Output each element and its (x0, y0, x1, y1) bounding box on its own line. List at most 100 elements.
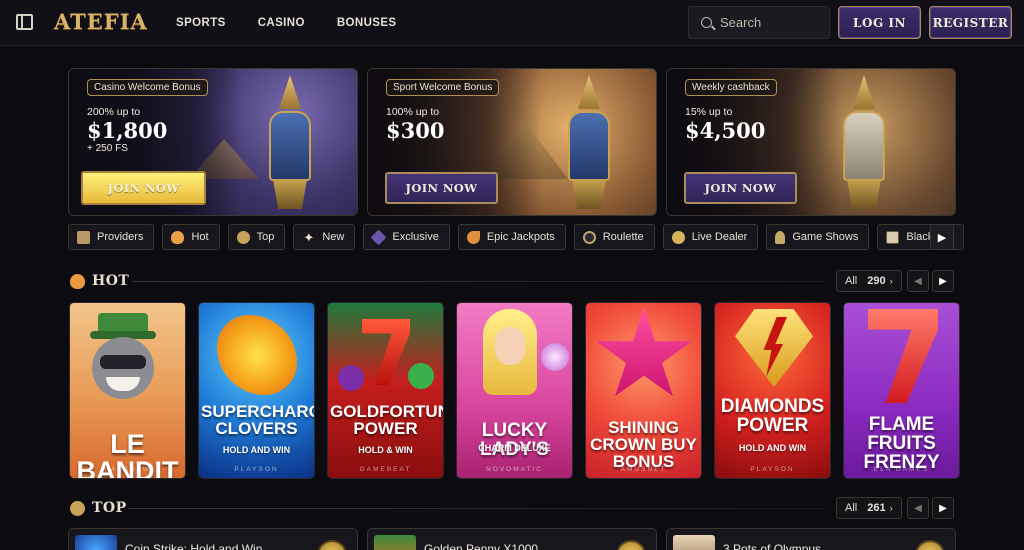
category-providers[interactable]: Providers (68, 224, 155, 250)
top-game-name: Golden Penny X1000 (424, 542, 539, 550)
chevron-right-icon: › (889, 276, 893, 286)
hot-prev-icon[interactable]: ◀ (907, 270, 929, 292)
join-now-button[interactable]: JOIN NOW (684, 172, 797, 204)
game-card-supercharged-clovers[interactable]: SUPERCHARGED CLOVERS HOLD AND WIN PLAYSO… (198, 302, 315, 479)
hot-count: 290 (867, 275, 886, 287)
register-button[interactable]: REGISTER (929, 6, 1012, 39)
top-all-button[interactable]: All 261 › (836, 497, 902, 519)
top-game-item[interactable]: Golden Penny X1000 (367, 528, 657, 550)
section-title-top: TOP (70, 500, 127, 516)
category-exclusive[interactable]: Exclusive (363, 224, 450, 250)
promo-tag: Weekly cashback (685, 79, 777, 96)
promo-weekly-cashback[interactable]: Weekly cashback 15% up to $4,500 JOIN NO… (666, 68, 956, 216)
game-card-le-bandit[interactable]: LE BANDIT HACKSAW (69, 302, 186, 479)
promo-casino-welcome[interactable]: Casino Welcome Bonus 200% up to $1,800 +… (68, 68, 358, 216)
laurel-icon (236, 230, 250, 244)
game-provider: GAMEBEAT (359, 466, 412, 473)
hot-games-row: LE BANDIT HACKSAW SUPERCHARGED CLOVERS H… (69, 302, 960, 479)
coin-icon (616, 540, 646, 550)
category-label: Exclusive (392, 231, 439, 243)
category-label: Roulette (602, 231, 644, 243)
promo-sport-welcome[interactable]: Sport Welcome Bonus 100% up to $300 JOIN… (367, 68, 657, 216)
game-title: SUPERCHARGED CLOVERS (201, 402, 314, 438)
jackpot-icon (466, 230, 480, 244)
pharaoh-figure-image (550, 75, 630, 211)
nav-casino[interactable]: CASINO (258, 17, 305, 29)
game-title: LUCKY LADY'S (480, 420, 549, 460)
game-title: SHINING CROWN BUY BONUS (590, 418, 697, 471)
section-title-hot: HOT (70, 273, 129, 289)
promo-extra: + 250 FS (87, 143, 128, 154)
cards-icon (886, 230, 900, 244)
category-epic-jackpots[interactable]: Epic Jackpots (457, 224, 566, 250)
pharaoh-figure-image (251, 75, 331, 211)
promo-subtitle: 100% up to (386, 106, 440, 118)
search-input[interactable] (720, 15, 820, 30)
category-top[interactable]: Top (227, 224, 286, 250)
sparkle-icon: ✦ (303, 229, 315, 245)
top-game-name: 3 Pots of Olympus (723, 542, 822, 550)
site-logo[interactable]: ATEFIA (54, 9, 148, 34)
game-card-goldfortune-power[interactable]: GOLDFORTUNE POWER HOLD & WIN GAMEBEAT (327, 302, 444, 479)
search-box[interactable] (688, 6, 830, 39)
category-hot[interactable]: Hot (162, 224, 220, 250)
game-subtitle: CHARM DELUXE (478, 443, 551, 453)
main-nav: SPORTS CASINO BONUSES (176, 0, 429, 46)
laurel-icon (70, 500, 85, 516)
category-bar: Providers Hot Top ✦ New Exclusive Epic Ja… (68, 224, 964, 250)
nav-sports[interactable]: SPORTS (176, 17, 226, 29)
game-thumbnail (374, 535, 416, 550)
promo-subtitle: 200% up to (87, 106, 141, 118)
game-card-flame-fruits-frenzy[interactable]: FLAME FRUITS FRENZY ELA GAMES (843, 302, 960, 479)
section-divider (128, 508, 826, 509)
top-header: ATEFIA SPORTS CASINO BONUSES LOG IN REGI… (0, 0, 1024, 46)
promo-tag: Sport Welcome Bonus (386, 79, 500, 96)
top-games-row: Coin Strike: Hold and Win Golden Penny X… (68, 528, 956, 550)
category-scroll-right-icon[interactable]: ▶ (930, 224, 954, 250)
section-divider (132, 281, 826, 282)
chip-icon (671, 230, 685, 244)
join-now-button[interactable]: JOIN NOW (385, 172, 498, 204)
gem-icon (371, 229, 387, 245)
game-provider: NOVOMATIC (486, 466, 543, 473)
flame-icon (171, 230, 185, 244)
category-roulette[interactable]: Roulette (573, 224, 655, 250)
coin-icon (317, 540, 347, 550)
category-label: Game Shows (792, 231, 859, 243)
sidebar-toggle-icon[interactable] (16, 14, 33, 30)
game-provider: PLAYSON (234, 466, 279, 473)
game-provider: ELA GAMES (873, 466, 930, 473)
hot-next-icon[interactable]: ▶ (932, 270, 954, 292)
top-game-item[interactable]: Coin Strike: Hold and Win (68, 528, 358, 550)
section-hot-label: HOT (92, 273, 130, 289)
all-label: All (845, 275, 858, 287)
game-card-lucky-ladys[interactable]: LUCKY LADY'S CHARM DELUXE NOVOMATIC (456, 302, 573, 479)
search-icon (701, 17, 712, 28)
category-live-dealer[interactable]: Live Dealer (662, 224, 759, 250)
category-game-shows[interactable]: Game Shows (766, 224, 870, 250)
nav-bonuses[interactable]: BONUSES (337, 17, 397, 29)
join-now-button[interactable]: JOIN NOW (81, 171, 206, 205)
game-provider: HACKSAW (104, 466, 151, 473)
category-label: New (322, 231, 345, 243)
category-label: Live Dealer (691, 231, 748, 243)
game-provider: AMUSNET (620, 466, 667, 473)
game-subtitle: HOLD & WIN (358, 445, 413, 455)
game-title: GOLDFORTUNE POWER (330, 402, 443, 438)
top-next-icon[interactable]: ▶ (932, 497, 954, 519)
category-label: Providers (97, 231, 144, 243)
section-top-label: TOP (92, 500, 127, 516)
top-game-item[interactable]: 3 Pots of Olympus (666, 528, 956, 550)
game-card-diamonds-power[interactable]: DIAMONDS POWER HOLD AND WIN PLAYSON (714, 302, 831, 479)
flame-icon (70, 273, 85, 289)
category-label: Hot (191, 231, 209, 243)
login-button[interactable]: LOG IN (838, 6, 921, 39)
promo-amount: $300 (386, 118, 445, 143)
top-prev-icon[interactable]: ◀ (907, 497, 929, 519)
hot-all-button[interactable]: All 290 › (836, 270, 902, 292)
game-thumbnail (75, 535, 117, 550)
category-new[interactable]: ✦ New (293, 224, 356, 250)
game-card-shining-crown[interactable]: SHINING CROWN BUY BONUS AMUSNET (585, 302, 702, 479)
game-thumbnail (673, 535, 715, 550)
category-label: Top (256, 231, 275, 243)
